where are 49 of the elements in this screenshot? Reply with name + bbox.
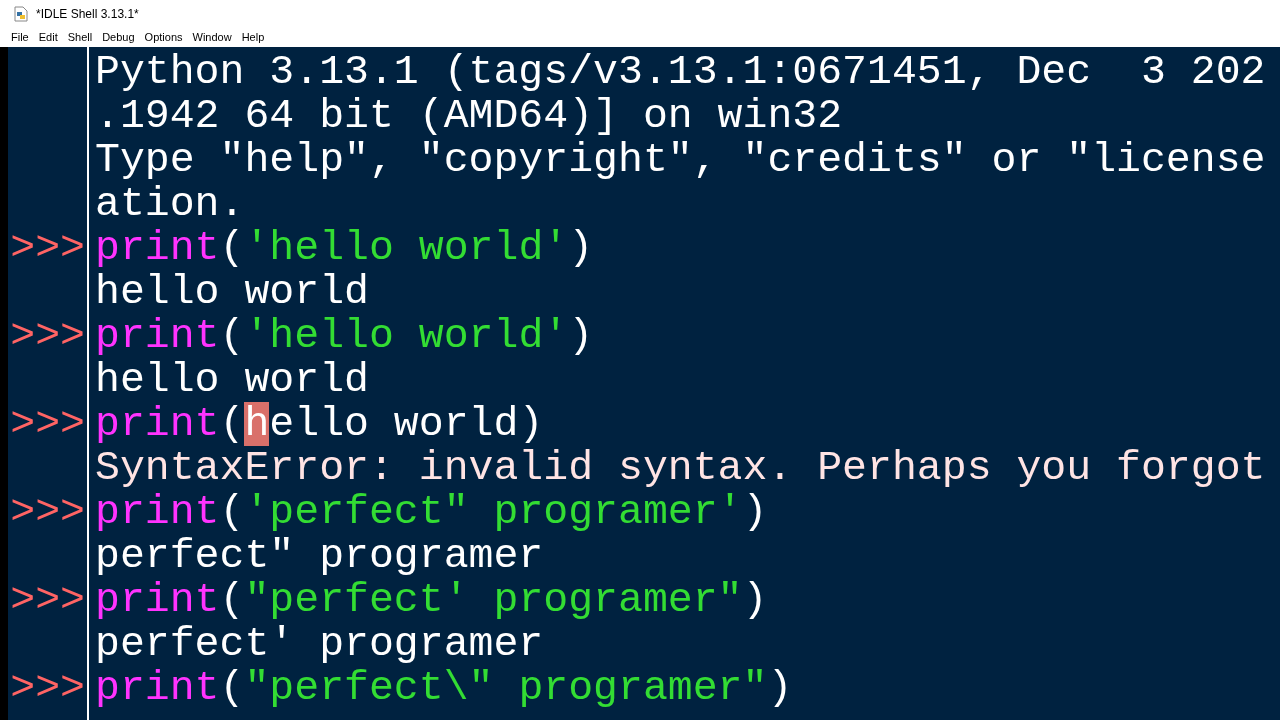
menu-item[interactable]: Debug — [99, 29, 138, 46]
code-text: ( — [219, 402, 245, 446]
code-text: ( — [219, 490, 245, 534]
output-text: ation. — [95, 182, 245, 226]
code-text: ) — [742, 578, 768, 622]
prompt: >>> — [10, 578, 85, 622]
output-text: perfect" programer — [95, 534, 544, 578]
code-text: ) — [742, 490, 768, 534]
builtin-keyword: print — [95, 314, 220, 358]
code-text: ello world) — [269, 402, 544, 446]
output-text: .1942 64 bit (AMD64)] on win32 — [95, 94, 843, 138]
string-literal: "perfect' programer" — [244, 578, 743, 622]
builtin-keyword: print — [95, 666, 220, 710]
python-file-icon — [14, 6, 28, 22]
menu-item[interactable]: Window — [189, 29, 235, 46]
output-text: Type "help", "copyright", "credits" or "license — [95, 138, 1266, 182]
string-literal: "perfect\" programer" — [244, 666, 768, 710]
window-title: *IDLE Shell 3.13.1* — [36, 6, 139, 23]
output-text: Python 3.13.1 (tags/v3.13.1:0671451, Dec 3 202 — [95, 50, 1266, 94]
shell-text-area[interactable] — [89, 47, 1280, 720]
code-text: ) — [568, 226, 594, 270]
error-message: SyntaxError: invalid syntax. Perhaps you forgot — [95, 446, 1266, 490]
output-text: perfect' programer — [95, 622, 544, 666]
prompt: >>> — [10, 490, 85, 534]
code-text: ) — [767, 666, 793, 710]
builtin-keyword: print — [95, 226, 220, 270]
string-literal: 'hello world' — [244, 314, 569, 358]
prompt: >>> — [10, 666, 85, 710]
menu-item[interactable]: Shell — [64, 29, 96, 46]
output-text: hello world — [95, 270, 369, 314]
builtin-keyword: print — [95, 578, 220, 622]
code-text: ) — [568, 314, 594, 358]
menu-item[interactable]: Help — [238, 29, 268, 46]
code-text: ( — [219, 578, 245, 622]
error-highlight: h — [244, 402, 270, 446]
menu-item[interactable]: Edit — [35, 29, 61, 46]
string-literal: 'hello world' — [244, 226, 569, 270]
string-literal: 'perfect" programer' — [244, 490, 743, 534]
builtin-keyword: print — [95, 490, 220, 534]
builtin-keyword: print — [95, 402, 220, 446]
code-text: ( — [219, 666, 245, 710]
prompt: >>> — [10, 402, 85, 446]
menu-item[interactable]: Options — [141, 29, 186, 46]
code-text: ( — [219, 314, 245, 358]
output-text: hello world — [95, 358, 369, 402]
code-text: ( — [219, 226, 245, 270]
prompt: >>> — [10, 226, 85, 270]
menu-item[interactable]: File — [8, 29, 32, 46]
prompt: >>> — [10, 314, 85, 358]
